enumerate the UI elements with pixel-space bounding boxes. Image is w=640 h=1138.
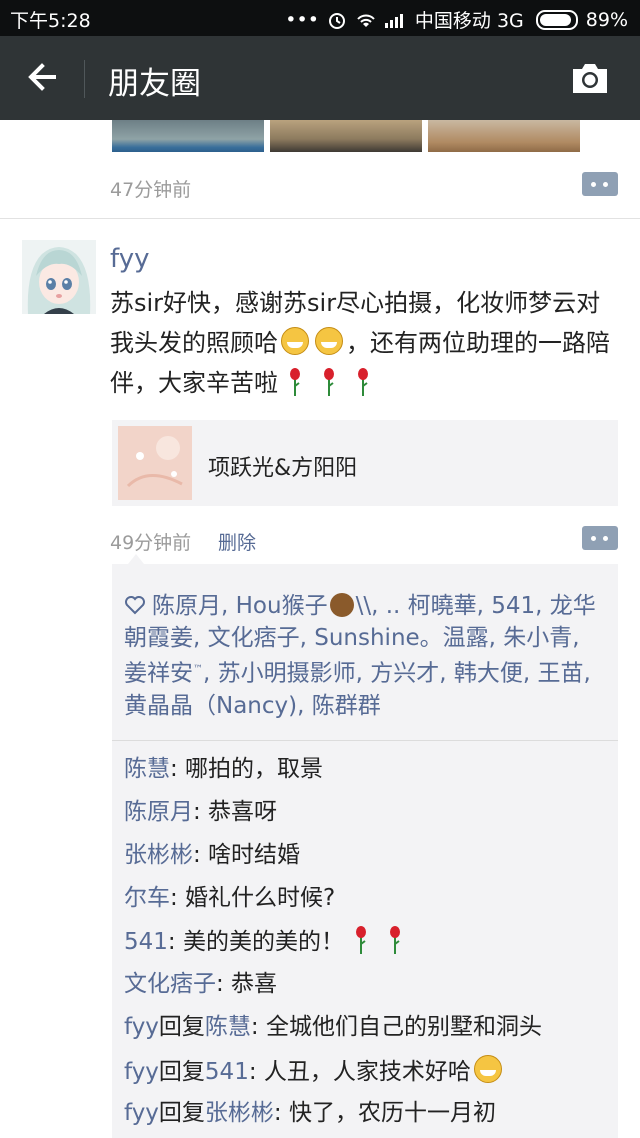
- comment-row[interactable]: 541: 美的美的美的！: [124, 926, 614, 969]
- reply-word: 回复: [158, 1059, 205, 1085]
- comment-row[interactable]: fyy回复541: 人丑，人家技术好哈: [124, 1055, 614, 1098]
- alarm-icon: [328, 12, 345, 29]
- comment-box: 陈原月, Hou猴子 \\, .. 柯曉華, 541, 龙华朝霞姜, 文化痞子, …: [112, 564, 618, 1138]
- link-thumbnail: [118, 426, 192, 500]
- battery-icon: [535, 9, 578, 30]
- comment-row[interactable]: 尔车: 婚礼什么时候?: [124, 883, 614, 926]
- comment-author[interactable]: fyy: [124, 1100, 159, 1126]
- comment-author[interactable]: 陈慧: [124, 756, 170, 782]
- carrier-label: 中国移动 3G: [414, 10, 524, 32]
- comment-row[interactable]: fyy回复陈慧: 全城他们自己的别墅和洞头: [124, 1012, 614, 1055]
- comment-author[interactable]: 尔车: [124, 885, 170, 911]
- battery-percent: 89%: [585, 8, 628, 31]
- comment-row[interactable]: 陈慧: 哪拍的，取景: [124, 754, 614, 797]
- rose-emoji-icon: [290, 368, 300, 396]
- more-notifications-dots: •••: [285, 8, 319, 31]
- likes-list: 陈原月, Hou猴子 \\, .. 柯曉華, 541, 龙华朝霞姜, 文化痞子, …: [124, 590, 608, 722]
- comment-text: : 恭喜: [216, 971, 278, 997]
- comment-author[interactable]: 文化痞子: [124, 971, 216, 997]
- post-divider: [0, 218, 640, 219]
- grin-emoji-icon: [315, 327, 343, 355]
- reply-target[interactable]: 541: [205, 1059, 249, 1085]
- comment-text: : 美的美的美的！: [167, 929, 344, 955]
- reply-word: 回复: [158, 1014, 205, 1040]
- post-text: 苏sir好快，感谢苏sir尽心拍摄，化妆师梦云对我头发的照顾哈 ，还有两位助理的一…: [110, 283, 620, 403]
- likes-divider: [112, 740, 618, 741]
- signal-icon: [384, 13, 403, 28]
- photo-thumb[interactable]: [270, 120, 422, 152]
- rose-emoji-icon: [358, 368, 368, 396]
- shared-link-card[interactable]: 项跃光&方阳阳: [112, 420, 618, 506]
- comment-author[interactable]: fyy: [124, 1014, 159, 1040]
- avatar[interactable]: [22, 240, 96, 314]
- link-title: 项跃光&方阳阳: [208, 456, 358, 481]
- status-time: 下午5:28: [10, 10, 91, 32]
- grin-emoji-icon: [473, 1055, 502, 1083]
- photo-thumb[interactable]: [428, 120, 580, 152]
- rose-emoji-icon: [355, 926, 366, 954]
- wifi-icon: [357, 14, 375, 27]
- prev-post-time: 47分钟前: [110, 179, 192, 201]
- comment-row[interactable]: 陈原月: 恭喜呀: [124, 797, 614, 840]
- camera-icon[interactable]: [570, 60, 610, 96]
- rose-emoji-icon: [324, 368, 334, 396]
- comment-author[interactable]: 陈原月: [124, 799, 193, 825]
- comment-text: : 哪拍的，取景: [170, 756, 324, 782]
- arrow-left-icon[interactable]: [22, 56, 64, 98]
- comment-text: : 全城他们自己的别墅和洞头: [250, 1014, 542, 1040]
- page-title: 朋友圈: [108, 66, 201, 102]
- comment-author[interactable]: 张彬彬: [124, 842, 193, 868]
- status-bar: 下午5:28 ••• 中国移动 3G 89%: [0, 0, 640, 36]
- heart-icon: [125, 596, 145, 615]
- comment-text: : 恭喜呀: [193, 799, 278, 825]
- status-right: ••• 中国移动 3G 89%: [285, 6, 628, 33]
- delete-link[interactable]: 删除: [218, 528, 256, 555]
- reply-word: 回复: [158, 1100, 205, 1126]
- comment-box-pointer: [128, 554, 144, 564]
- comment-row[interactable]: 文化痞子: 恭喜: [124, 969, 614, 1012]
- reply-target[interactable]: 陈慧: [205, 1014, 251, 1040]
- nav-bar: 朋友圈: [0, 36, 640, 120]
- reply-target[interactable]: 张彬彬: [205, 1100, 274, 1126]
- nav-divider: [84, 60, 85, 98]
- comment-author[interactable]: 541: [124, 929, 168, 955]
- photo-thumb[interactable]: [112, 120, 264, 152]
- monkey-emoji-icon: [329, 593, 354, 617]
- rose-emoji-icon: [389, 926, 400, 954]
- post-time: 49分钟前: [110, 532, 192, 554]
- comment-text: : 婚礼什么时候?: [170, 885, 336, 911]
- tm-mark: ™: [193, 664, 203, 675]
- comment-author[interactable]: fyy: [124, 1059, 159, 1085]
- comment-row[interactable]: fyy回复张彬彬: 快了，农历十一月初: [124, 1098, 614, 1138]
- grin-emoji-icon: [281, 327, 309, 355]
- comment-text: : 啥时结婚: [193, 842, 301, 868]
- more-dots-icon[interactable]: [582, 526, 618, 550]
- likes-names[interactable]: 陈原月, Hou猴子: [152, 593, 328, 619]
- comment-text: : 人丑，人家技术好哈: [248, 1059, 471, 1085]
- comment-list: 陈慧: 哪拍的，取景 陈原月: 恭喜呀 张彬彬: 啥时结婚 尔车: 婚礼什么时候…: [124, 754, 614, 1138]
- post-username[interactable]: fyy: [110, 244, 149, 274]
- moments-feed: 47分钟前 fyy 苏sir好快，感谢苏sir尽心拍摄，化妆师梦云对我头发的照顾…: [0, 120, 640, 1138]
- comment-row[interactable]: 张彬彬: 啥时结婚: [124, 840, 614, 883]
- comment-text: : 快了，农历十一月初: [273, 1100, 496, 1126]
- more-dots-icon[interactable]: [582, 172, 618, 196]
